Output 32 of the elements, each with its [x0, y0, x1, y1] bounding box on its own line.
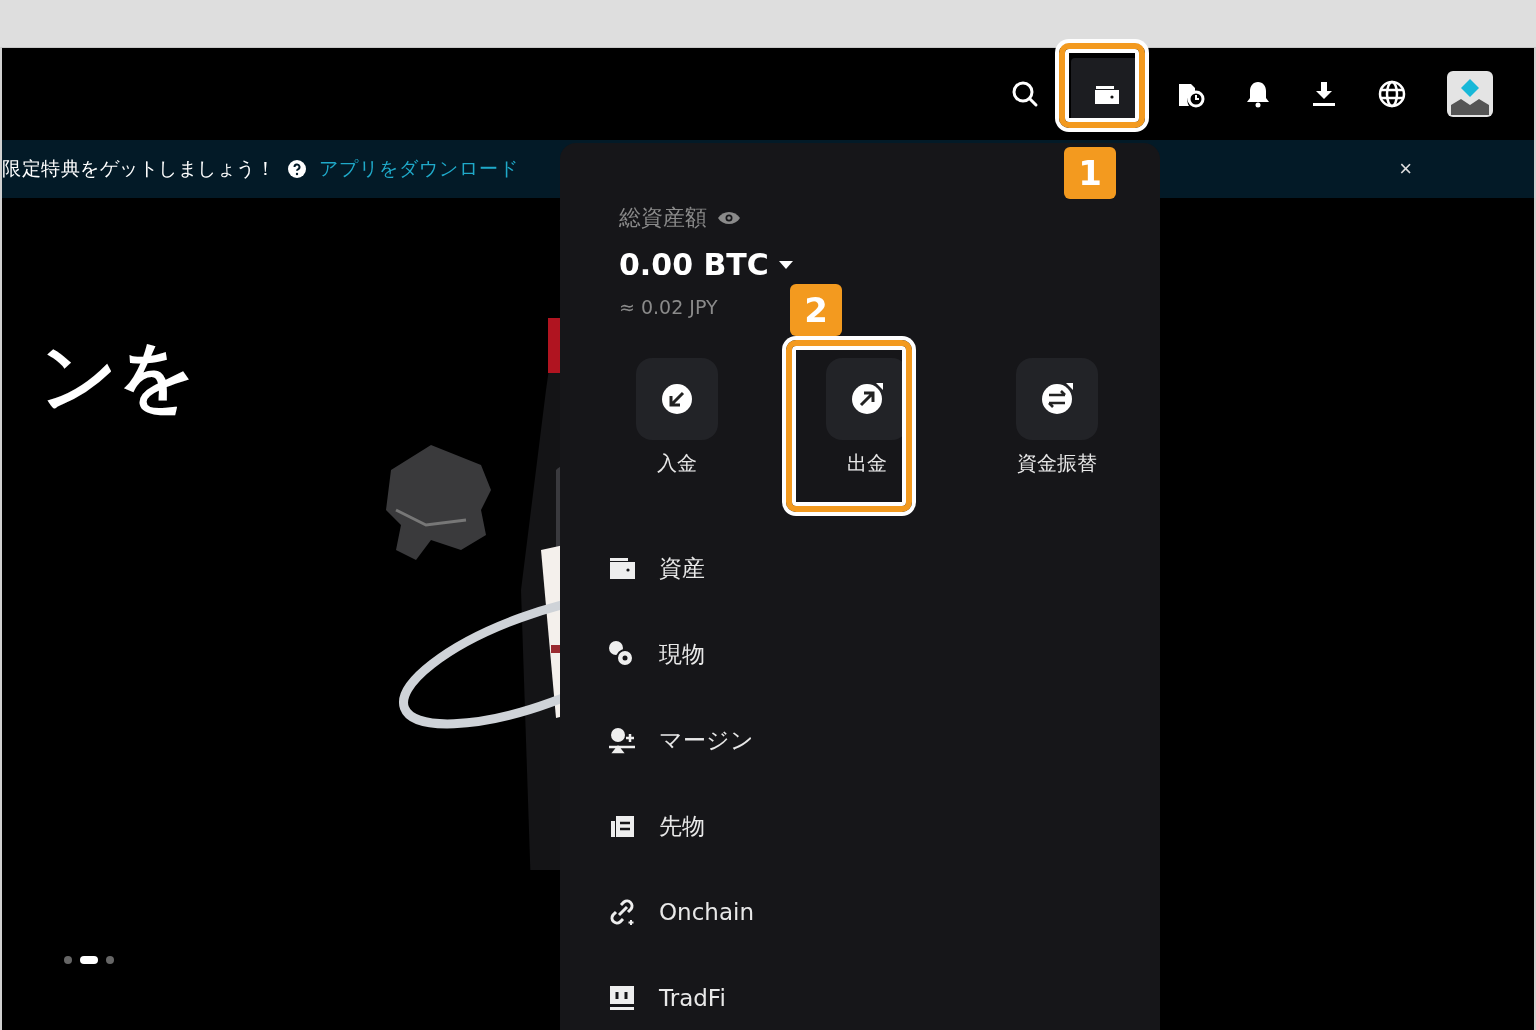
converted-amount: ≈ 0.02 JPY [619, 296, 718, 318]
transfer-button[interactable] [1016, 358, 1098, 440]
download-app-link[interactable]: アプリをダウンロード [319, 156, 519, 182]
carousel-dot[interactable] [106, 956, 114, 964]
hero-heading: ンを [40, 338, 196, 414]
eye-icon[interactable] [717, 210, 741, 226]
total-amount: 0.00 BTC [619, 247, 769, 282]
menu-item[interactable]: 資産 [607, 547, 705, 589]
menu-item[interactable]: 先物 [607, 805, 705, 847]
avatar-icon[interactable] [1447, 71, 1493, 117]
callout-number: 1 [1064, 147, 1116, 199]
callout-number: 2 [790, 284, 842, 336]
person-icon [607, 725, 637, 755]
menu-item[interactable]: TradFi [607, 977, 726, 1019]
menu-item[interactable]: マージン [607, 719, 754, 761]
chart-board-icon [607, 983, 637, 1013]
banner-message: 限定特典をゲットしましょう！ [2, 156, 275, 181]
globe-icon[interactable] [1377, 79, 1407, 109]
carousel-dot[interactable] [64, 956, 72, 964]
action-label: 資金振替 [1017, 450, 1097, 477]
action-label: 出金 [847, 450, 887, 477]
total-assets-label: 総資産額 [619, 204, 707, 232]
menu-item[interactable]: 現物 [607, 633, 705, 675]
action-label: 入金 [657, 450, 697, 477]
close-button[interactable]: × [1395, 156, 1416, 182]
help-icon[interactable] [287, 159, 307, 179]
caret-icon[interactable] [778, 260, 793, 269]
search-icon[interactable] [1011, 80, 1039, 108]
download-icon[interactable] [1311, 80, 1337, 108]
bell-icon[interactable] [1245, 80, 1271, 108]
menu-item[interactable]: Onchain [607, 891, 754, 933]
deposit-button[interactable] [636, 358, 718, 440]
